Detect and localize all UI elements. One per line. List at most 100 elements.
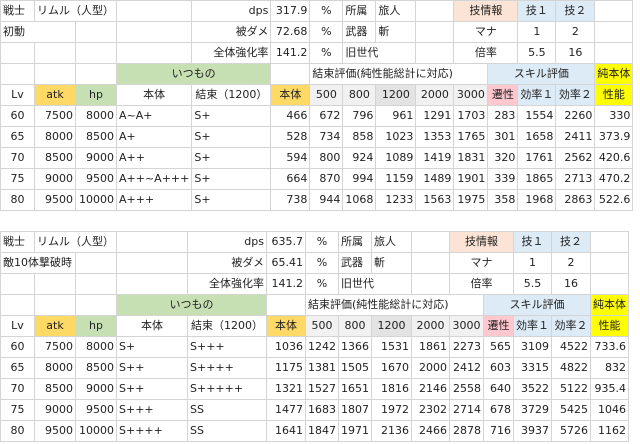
affil-label[interactable]: 所属 [342, 0, 377, 22]
col-header[interactable]: 効率１ [513, 315, 552, 337]
table-cell[interactable]: 2878 [449, 420, 484, 442]
table-cell[interactable]: 944 [309, 189, 344, 211]
table-cell[interactable]: 2302 [411, 399, 450, 421]
table-cell[interactable]: 832 [590, 357, 629, 379]
table-cell[interactable]: 9500 [75, 168, 117, 190]
table-cell[interactable]: A++~A+++ [115, 168, 193, 190]
table-cell[interactable]: 1816 [371, 378, 412, 400]
table-cell[interactable]: 1658 [517, 126, 557, 148]
mana2-value[interactable]: 2 [551, 252, 591, 274]
table-cell[interactable]: 75 [0, 168, 35, 190]
generation[interactable]: 旧世代 [338, 273, 412, 295]
table-cell[interactable]: 3937 [513, 420, 552, 442]
table-cell[interactable]: 3315 [513, 357, 552, 379]
skill1-header[interactable]: 技１ [513, 231, 552, 253]
table-cell[interactable]: S+ [191, 147, 272, 169]
col-header[interactable]: 本体 [266, 315, 306, 337]
table-cell[interactable]: 1651 [338, 378, 372, 400]
col-header[interactable]: atk [34, 315, 76, 337]
col-header[interactable]: 効率２ [551, 315, 591, 337]
table-cell[interactable]: 1366 [338, 336, 372, 358]
table-cell[interactable]: 7500 [34, 105, 76, 127]
table-cell[interactable]: S++++ [116, 420, 188, 442]
col-header[interactable]: 本体 [115, 84, 193, 106]
affil-value[interactable]: 旅人 [371, 231, 412, 253]
table-cell[interactable]: 935.4 [590, 378, 629, 400]
table-cell[interactable]: 1046 [590, 399, 629, 421]
itsumono-group-header[interactable]: いつもの [116, 294, 267, 316]
table-cell[interactable]: 1761 [517, 147, 557, 169]
table-cell[interactable]: 330 [594, 105, 634, 127]
table-cell[interactable]: S+++++ [187, 378, 267, 400]
table-cell[interactable]: 1641 [266, 420, 306, 442]
table-cell[interactable]: 9000 [75, 147, 117, 169]
table-cell[interactable]: 466 [270, 105, 311, 127]
table-cell[interactable]: 1233 [375, 189, 417, 211]
pct-unit[interactable]: % [305, 273, 339, 295]
unit-name[interactable]: リムル（人型） [34, 0, 117, 22]
table-cell[interactable]: SS [187, 420, 267, 442]
col-header[interactable]: 2000 [415, 84, 455, 106]
table-cell[interactable]: 7500 [34, 336, 76, 358]
col-header[interactable]: 3000 [453, 84, 489, 106]
table-cell[interactable]: 5726 [551, 420, 591, 442]
affil-label[interactable]: 所属 [338, 231, 372, 253]
table-cell[interactable]: 339 [487, 168, 519, 190]
table-cell[interactable]: 1531 [371, 336, 412, 358]
table-cell[interactable]: 4522 [551, 336, 591, 358]
table-cell[interactable]: 8000 [75, 105, 117, 127]
table-cell[interactable]: 603 [483, 357, 514, 379]
table-cell[interactable]: S+ [191, 168, 272, 190]
table-cell[interactable]: 8000 [34, 126, 76, 148]
table-cell[interactable]: A+ [115, 126, 193, 148]
col-header[interactable]: 効率２ [555, 84, 596, 106]
table-cell[interactable]: 1703 [453, 105, 489, 127]
pct-unit[interactable]: % [305, 252, 339, 274]
table-cell[interactable]: 320 [487, 147, 519, 169]
col-header[interactable]: Lv [0, 315, 35, 337]
table-cell[interactable]: 9000 [34, 399, 76, 421]
table-cell[interactable]: 672 [309, 105, 344, 127]
col-header[interactable]: atk [34, 84, 76, 106]
col-header[interactable]: hp [75, 84, 117, 106]
table-cell[interactable]: 70 [0, 378, 35, 400]
skill-eval-group-header[interactable]: スキル評価 [483, 294, 591, 316]
table-cell[interactable]: 420.6 [594, 147, 634, 169]
table-cell[interactable]: 870 [309, 168, 344, 190]
table-cell[interactable]: 8500 [34, 147, 76, 169]
pct-unit[interactable]: % [309, 42, 344, 64]
table-cell[interactable]: 3729 [513, 399, 552, 421]
table-cell[interactable]: 1975 [453, 189, 489, 211]
kessoku-eval-group-header[interactable]: 結束評価(純性能総計に対応) [309, 63, 489, 85]
table-cell[interactable]: 1765 [453, 126, 489, 148]
boost-label[interactable]: 全体強化率 [191, 42, 272, 64]
table-cell[interactable]: 2146 [411, 378, 450, 400]
skill-info-header[interactable]: 技情報 [449, 231, 514, 253]
table-cell[interactable]: 961 [375, 105, 417, 127]
table-cell[interactable]: 10000 [75, 420, 117, 442]
table-cell[interactable]: A+++ [115, 189, 193, 211]
col-header[interactable]: 800 [338, 315, 372, 337]
table-cell[interactable]: 1901 [453, 168, 489, 190]
table-cell[interactable]: 60 [0, 336, 35, 358]
table-cell[interactable]: 70 [0, 147, 35, 169]
table-cell[interactable]: 1419 [415, 147, 455, 169]
weapon-value[interactable]: 斬 [371, 252, 412, 274]
mult-label[interactable]: 倍率 [449, 273, 514, 295]
table-cell[interactable]: 65 [0, 357, 35, 379]
table-cell[interactable]: 1505 [338, 357, 372, 379]
mana1-value[interactable]: 1 [517, 21, 557, 43]
pure-body-header[interactable]: 純本体 [594, 63, 634, 85]
table-cell[interactable]: 738 [270, 189, 311, 211]
table-cell[interactable]: 470.2 [594, 168, 634, 190]
table-cell[interactable]: 1291 [415, 105, 455, 127]
table-cell[interactable]: 1972 [371, 399, 412, 421]
pct-unit[interactable]: % [309, 0, 344, 22]
dmg-label[interactable]: 被ダメ [191, 21, 272, 43]
table-cell[interactable]: 8000 [75, 336, 117, 358]
col-header[interactable]: Lv [0, 84, 35, 106]
table-cell[interactable]: 5122 [551, 378, 591, 400]
table-cell[interactable]: 1162 [590, 420, 629, 442]
unit-name[interactable]: リムル（人型） [34, 231, 117, 253]
table-cell[interactable]: 5425 [551, 399, 591, 421]
